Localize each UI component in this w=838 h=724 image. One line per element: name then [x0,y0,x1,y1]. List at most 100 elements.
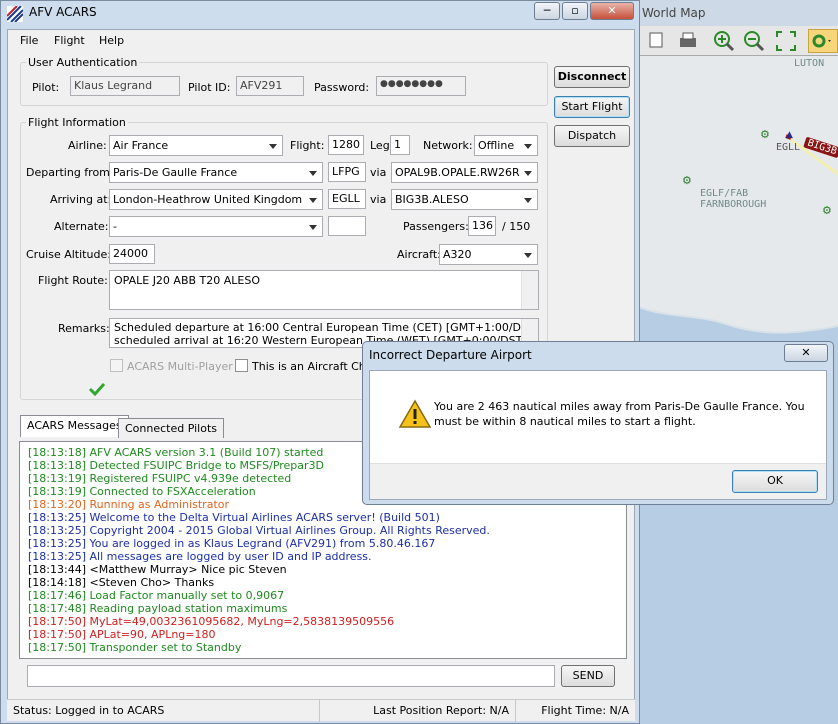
remarks-label: Remarks: [58,322,110,335]
cruise-altitude-field[interactable]: 24000 [109,244,155,264]
pilot-label: Pilot: [32,81,60,94]
flight-number-field[interactable]: 1280 [328,135,364,155]
dialog-message-line-2: must be within 8 nautical miles to start… [434,415,696,428]
menu-flight[interactable]: Flight [54,34,85,47]
zoom-in-button[interactable] [712,29,736,53]
star-select[interactable]: BIG3B.ALESO [391,189,538,210]
tab-acars-messages[interactable]: ACARS Messages [20,415,129,437]
password-field[interactable]: ●●●●●●●● [376,76,466,96]
departing-airport-select[interactable]: Paris-De Gaulle France [109,162,323,183]
log-line: [18:17:50] MyLat=49,0032361095682, MyLng… [28,615,395,628]
sid-via-label: via [370,166,387,179]
route-scrollbar[interactable] [521,271,538,309]
flight-route-label: Flight Route: [38,274,108,287]
dialog-message-line-1: You are 2 463 nautical miles away from P… [434,400,805,413]
map-label-egll: EGLL [776,142,801,153]
fit-map-button[interactable] [774,29,798,53]
menu-help[interactable]: Help [99,34,124,47]
maximize-button[interactable]: ▫ [562,2,588,20]
check-ride-checkbox[interactable] [235,359,248,372]
waypoint-icon: ⚙ [682,174,692,187]
close-icon: ✕ [801,346,811,359]
departing-code-field[interactable]: LFPG [328,162,366,182]
close-button[interactable]: ✕ [590,2,634,20]
arriving-code-field[interactable]: EGLL [328,189,366,209]
dialog-ok-button[interactable]: OK [732,470,818,493]
passengers-label: Passengers: [403,220,469,233]
pilot-id-label: Pilot ID: [188,81,231,94]
aircraft-select[interactable]: A320 [439,244,538,265]
departing-label: Departing from: [26,166,114,179]
airline-label: Airline: [68,139,107,152]
print-map-button[interactable] [676,29,700,53]
arriving-airport-select[interactable]: London-Heathrow United Kingdom [109,189,323,210]
printer-icon [680,32,696,47]
map-settings-button[interactable] [808,29,838,53]
map-label-eglf: EGLF/FAB [700,188,749,199]
waypoint-icon: ⚙ [822,204,832,217]
minimize-button[interactable]: ─ [534,2,560,20]
alternate-airport-select[interactable]: - [109,216,323,237]
warning-icon [398,399,432,428]
dialog-title: Incorrect Departure Airport [369,348,532,362]
message-input[interactable] [27,665,555,687]
copy-icon [649,32,663,48]
status-position-report: Last Position Report: N/A [319,700,515,722]
star-via-label: via [370,193,387,206]
window-title: AFV ACARS [29,5,97,19]
password-label: Password: [314,81,370,94]
dialog-body: You are 2 463 nautical miles away from P… [369,370,827,500]
map-window-title: World Map [642,6,706,20]
dispatch-button[interactable]: Dispatch [554,125,630,147]
copy-map-button[interactable] [644,29,668,53]
menu-file[interactable]: File [20,34,38,47]
dialog-close-button[interactable]: ✕ [784,344,828,362]
flight-information-label: Flight Information [26,116,128,129]
airport-marker-icon: ▲ [786,130,793,140]
leg-label: Leg [370,139,390,152]
log-line: [18:13:25] You are logged in as Klaus Le… [28,537,436,550]
passengers-field[interactable]: 136 [468,216,496,236]
pilot-id-field[interactable]: AFV291 [236,76,304,96]
log-line: [18:13:25] All messages are logged by us… [28,550,372,563]
remarks-line-1: Scheduled departure at 16:00 Central Eur… [114,321,539,334]
log-line: [18:13:25] Copyright 2004 - 2015 Global … [28,524,490,537]
zoom-out-button[interactable] [742,29,766,53]
title-bar[interactable]: AFV ACARS ─ ▫ ✕ [1,1,639,27]
fullscreen-icon [776,31,796,51]
map-label-luton: LUTON [794,58,825,69]
log-line: [18:13:25] Welcome to the Delta Virtual … [28,511,440,524]
gear-icon [812,34,831,48]
disconnect-button[interactable]: Disconnect [554,66,630,88]
log-line: [18:17:48] Reading payload station maxim… [28,602,288,615]
arriving-label: Arriving at: [50,193,112,206]
leg-field[interactable]: 1 [390,135,410,155]
status-flight-time: Flight Time: N/A [515,700,635,722]
send-button[interactable]: SEND [561,665,615,687]
app-logo-icon [7,6,23,22]
aircraft-label: Aircraft: [397,248,441,261]
pilot-name-field: Klaus Legrand [70,76,180,96]
zoom-in-icon [714,31,735,52]
minimize-icon: ─ [543,4,551,17]
tab-connected-pilots[interactable]: Connected Pilots [118,418,225,438]
waypoint-icon: ⚙ [760,128,770,141]
flight-route-field[interactable]: OPALE J20 ABB T20 ALESO [109,270,539,310]
log-line: [18:17:50] Transponder set to Standby [28,641,242,654]
log-line: [18:17:50] APLat=90, APLng=180 [28,628,216,641]
map-toolbar [636,26,838,56]
passengers-max: / 150 [502,220,531,233]
airline-select[interactable]: Air France [109,135,283,156]
alternate-label: Alternate: [54,220,109,233]
dialog-footer: OK [370,463,826,499]
network-select[interactable]: Offline [474,135,538,156]
status-connection: Status: Logged in to ACARS [13,704,165,717]
start-flight-button[interactable]: Start Flight [554,96,630,118]
sid-select[interactable]: OPAL9B.OPALE.RW26R [391,162,538,183]
multiplayer-checkbox[interactable] [110,359,123,372]
log-line: [18:17:46] Load Factor manually set to 0… [28,589,285,602]
log-line: [18:13:44] <Matthew Murray> Nice pic Ste… [28,563,287,576]
dialog-message: You are 2 463 nautical miles away from P… [434,399,805,429]
maximize-icon: ▫ [571,4,579,17]
alternate-code-field[interactable] [328,216,366,236]
